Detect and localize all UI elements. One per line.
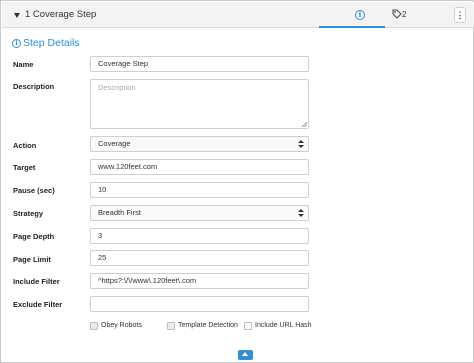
action-value: Coverage xyxy=(98,139,131,148)
pause-label: Pause (sec) xyxy=(13,186,55,195)
page-depth-input[interactable]: 3 xyxy=(90,228,309,244)
include-url-hash-label: Include URL Hash xyxy=(255,322,312,329)
description-label: Description xyxy=(13,82,55,91)
tab-tags[interactable]: 2 xyxy=(386,2,436,28)
obey-robots-label: Obey Robots xyxy=(101,322,142,329)
tag-icon xyxy=(392,9,402,19)
resize-grip-icon[interactable] xyxy=(301,121,307,127)
page-depth-label: Page Depth xyxy=(13,232,55,241)
action-label: Action xyxy=(13,141,37,150)
step-header: 1 Coverage Step i 2 ⋮ xyxy=(2,2,474,28)
exclude-filter-input[interactable] xyxy=(90,296,309,312)
include-filter-label: Include Filter xyxy=(13,277,60,286)
step-panel: 1 Coverage Step i 2 ⋮ i Step Details Nam… xyxy=(0,0,474,363)
tab-details[interactable]: i xyxy=(319,2,385,28)
checkbox-box[interactable] xyxy=(90,322,98,330)
target-label: Target xyxy=(13,163,36,172)
more-menu-button[interactable]: ⋮ xyxy=(454,7,466,23)
checkbox-box[interactable] xyxy=(244,322,252,330)
action-select[interactable]: Coverage xyxy=(90,136,309,152)
collapse-caret-icon[interactable] xyxy=(14,13,20,18)
select-arrows-icon xyxy=(298,209,304,218)
select-arrows-icon xyxy=(298,140,304,149)
info-icon: i xyxy=(355,10,365,20)
collapse-button[interactable] xyxy=(238,350,253,360)
tags-count: 2 xyxy=(402,10,407,19)
page-limit-input[interactable]: 25 xyxy=(90,250,309,266)
strategy-label: Strategy xyxy=(13,209,44,218)
page-limit-label: Page Limit xyxy=(13,255,51,264)
section-title: Step Details xyxy=(23,37,80,49)
strategy-value: Breadth First xyxy=(98,208,141,217)
chevron-up-icon xyxy=(242,352,248,356)
exclude-filter-label: Exclude Filter xyxy=(13,300,63,309)
checkbox-box[interactable] xyxy=(167,322,175,330)
description-placeholder: Description xyxy=(98,83,136,92)
name-input[interactable]: Coverage Step xyxy=(90,56,309,72)
template-detection-label: Template Detection xyxy=(178,322,238,329)
step-title: 1 Coverage Step xyxy=(25,9,97,20)
strategy-select[interactable]: Breadth First xyxy=(90,205,309,221)
info-icon: i xyxy=(12,39,21,48)
target-input[interactable]: www.120feet.com xyxy=(90,159,309,175)
name-label: Name xyxy=(13,60,34,69)
include-filter-input[interactable]: ^https?:\/\/www\.120feet\.com xyxy=(90,273,309,289)
pause-input[interactable]: 10 xyxy=(90,182,309,198)
description-textarea[interactable]: Description xyxy=(90,79,309,129)
